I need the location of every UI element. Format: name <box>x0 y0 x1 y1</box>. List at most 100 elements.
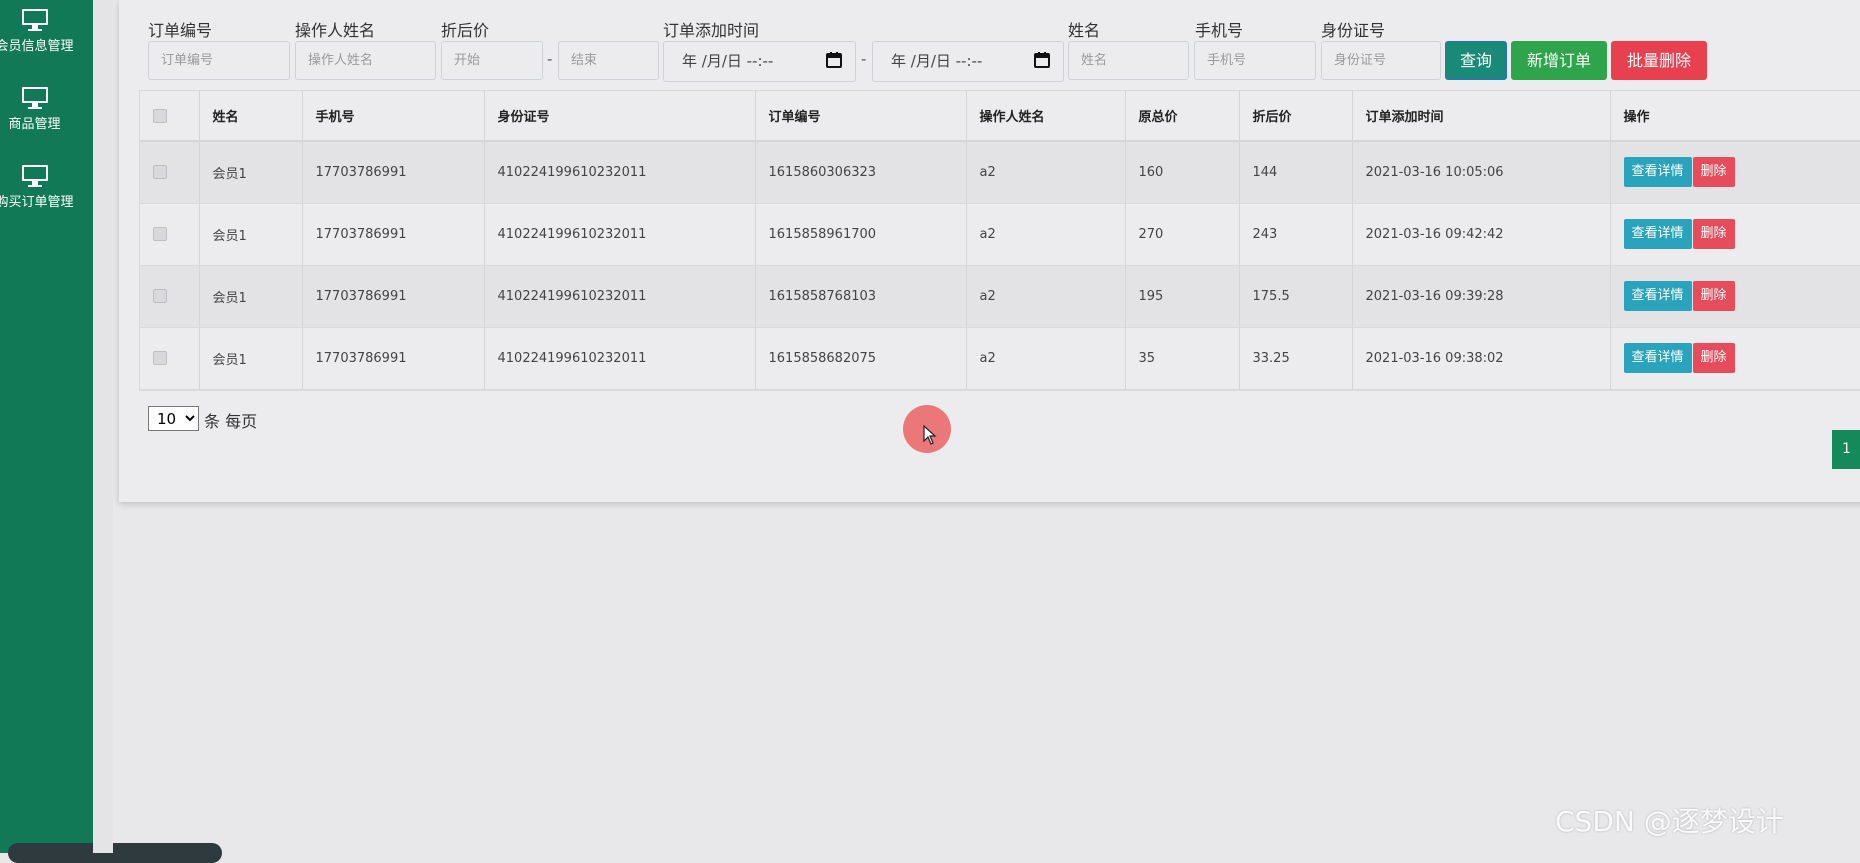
cell-order-no: 1615858768103 <box>755 265 967 328</box>
cell-actions: 查看详情 删除 <box>1610 327 1860 390</box>
cell-actions: 查看详情 删除 <box>1610 265 1860 328</box>
view-details-button[interactable]: 查看详情 <box>1623 281 1692 311</box>
column-header: 原总价 <box>1125 91 1240 142</box>
cell-operator: a2 <box>966 327 1126 390</box>
cell-original-total: 195 <box>1125 265 1240 328</box>
table-row: 会员1 17703786991 410224199610232011 16158… <box>140 203 1860 266</box>
view-details-button[interactable]: 查看详情 <box>1623 219 1692 249</box>
discount-end-input[interactable] <box>558 41 659 80</box>
select-all-cell[interactable] <box>140 91 200 142</box>
order-no-input[interactable] <box>148 41 290 80</box>
sidebar-item-purchase-orders[interactable]: 购买订单管理 <box>0 164 81 210</box>
cell-original-total: 270 <box>1125 203 1240 266</box>
content-gutter <box>93 0 113 853</box>
orders-table: 姓名 手机号 身份证号 订单编号 操作人姓名 原总价 折后价 订单添加时间 操作… <box>139 90 1860 391</box>
filter-label-operator: 操作人姓名 <box>295 21 376 40</box>
monitor-icon <box>21 165 48 187</box>
sidebar-item-member-info[interactable]: 会员信息管理 <box>0 8 81 54</box>
name-input[interactable] <box>1068 41 1189 80</box>
phone-input[interactable] <box>1194 41 1316 80</box>
cell-id-card: 410224199610232011 <box>484 265 756 328</box>
column-header: 身份证号 <box>484 91 756 142</box>
filter-label-phone: 手机号 <box>1195 21 1244 40</box>
select-all-checkbox[interactable] <box>153 108 167 123</box>
table-header-row: 姓名 手机号 身份证号 订单编号 操作人姓名 原总价 折后价 订单添加时间 操作 <box>140 91 1860 142</box>
sidebar: 会员信息管理 商品管理 购买订单管理 <box>0 0 222 863</box>
bottom-tab[interactable] <box>8 843 222 863</box>
sidebar-item-label: 会员信息管理 <box>0 39 74 54</box>
column-header: 手机号 <box>302 91 485 142</box>
cell-name: 会员1 <box>199 327 303 390</box>
discount-start-input[interactable] <box>441 41 543 80</box>
sidebar-item-label: 商品管理 <box>8 117 61 132</box>
filter-label-id-card: 身份证号 <box>1321 21 1386 40</box>
view-details-button[interactable]: 查看详情 <box>1623 157 1692 188</box>
cell-phone: 17703786991 <box>302 265 485 328</box>
column-header: 姓名 <box>199 91 303 142</box>
cell-actions: 查看详情 删除 <box>1610 141 1860 204</box>
range-separator: - <box>547 50 553 68</box>
cell-discounted: 243 <box>1239 203 1353 266</box>
added-time-start-picker[interactable]: 年 /月/日 --:-- <box>663 41 856 82</box>
column-header: 操作 <box>1610 91 1860 142</box>
row-checkbox[interactable] <box>153 165 167 180</box>
cell-added-time: 2021-03-16 10:05:06 <box>1352 141 1611 204</box>
calendar-icon <box>1034 52 1050 68</box>
page-size-select[interactable]: 10 <box>148 406 199 431</box>
row-checkbox[interactable] <box>153 289 167 303</box>
delete-row-button[interactable]: 删除 <box>1692 157 1735 188</box>
monitor-icon <box>21 9 48 31</box>
page-number-button[interactable]: 1 <box>1832 430 1860 469</box>
filter-label-name: 姓名 <box>1068 21 1101 40</box>
cell-name: 会员1 <box>199 141 303 204</box>
sidebar-item-products[interactable]: 商品管理 <box>0 86 81 132</box>
cell-discounted: 175.5 <box>1239 265 1353 328</box>
cell-id-card: 410224199610232011 <box>484 203 756 266</box>
cell-phone: 17703786991 <box>302 141 485 204</box>
cell-order-no: 1615858682075 <box>755 327 967 390</box>
operator-input[interactable] <box>295 41 436 80</box>
filter-label-added-time: 订单添加时间 <box>663 21 760 40</box>
cell-discounted: 144 <box>1239 141 1353 204</box>
cell-operator: a2 <box>966 203 1126 266</box>
cell-order-no: 1615858961700 <box>755 203 967 266</box>
cell-added-time: 2021-03-16 09:42:42 <box>1352 203 1611 266</box>
cell-operator: a2 <box>966 141 1126 204</box>
cell-name: 会员1 <box>199 203 303 266</box>
cell-original-total: 160 <box>1125 141 1240 204</box>
date-end-value: 年 /月/日 --:-- <box>891 52 983 70</box>
add-order-button[interactable]: 新增订单 <box>1511 41 1607 80</box>
row-checkbox[interactable] <box>153 351 167 365</box>
mouse-pointer-icon <box>923 425 937 445</box>
cell-order-no: 1615860306323 <box>755 141 967 204</box>
column-header: 折后价 <box>1239 91 1353 142</box>
cell-original-total: 35 <box>1125 327 1240 390</box>
added-time-end-picker[interactable]: 年 /月/日 --:-- <box>872 41 1064 82</box>
date-start-value: 年 /月/日 --:-- <box>682 52 774 70</box>
row-checkbox[interactable] <box>153 227 167 241</box>
column-header: 订单编号 <box>755 91 967 142</box>
table-row: 会员1 17703786991 410224199610232011 16158… <box>140 265 1860 328</box>
range-separator: - <box>861 50 867 68</box>
monitor-icon <box>21 87 48 109</box>
filter-label-discount-price: 折后价 <box>441 21 490 40</box>
view-details-button[interactable]: 查看详情 <box>1623 343 1692 373</box>
cell-phone: 17703786991 <box>302 327 485 390</box>
delete-row-button[interactable]: 删除 <box>1692 281 1735 311</box>
id-card-input[interactable] <box>1321 41 1441 80</box>
column-header: 订单添加时间 <box>1352 91 1611 142</box>
cell-added-time: 2021-03-16 09:39:28 <box>1352 265 1611 328</box>
cell-id-card: 410224199610232011 <box>484 141 756 204</box>
column-header: 操作人姓名 <box>966 91 1126 142</box>
table-row: 会员1 17703786991 410224199610232011 16158… <box>140 141 1860 204</box>
delete-row-button[interactable]: 删除 <box>1692 219 1735 249</box>
cell-discounted: 33.25 <box>1239 327 1353 390</box>
cell-added-time: 2021-03-16 09:38:02 <box>1352 327 1611 390</box>
sidebar-item-label: 购买订单管理 <box>0 195 74 210</box>
delete-row-button[interactable]: 删除 <box>1692 343 1735 373</box>
batch-delete-button[interactable]: 批量删除 <box>1611 41 1707 80</box>
cell-name: 会员1 <box>199 265 303 328</box>
filter-label-order-no: 订单编号 <box>148 21 213 40</box>
cell-id-card: 410224199610232011 <box>484 327 756 390</box>
query-button[interactable]: 查询 <box>1445 41 1507 80</box>
